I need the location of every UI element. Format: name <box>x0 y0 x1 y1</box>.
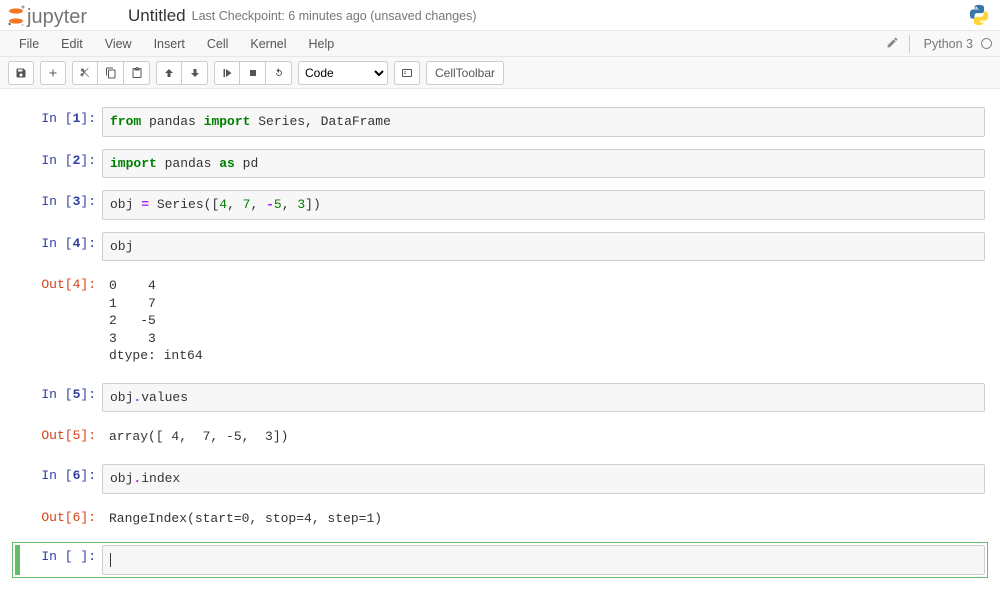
input-prompt: In [4]: <box>24 232 102 262</box>
code-input[interactable]: obj.values <box>102 383 985 413</box>
checkpoint-status: Last Checkpoint: 6 minutes ago (unsaved … <box>192 9 477 23</box>
command-palette-button[interactable] <box>394 61 420 85</box>
code-input[interactable]: obj = Series([4, 7, -5, 3]) <box>102 190 985 220</box>
notebook-area: In [1]:from pandas import Series, DataFr… <box>0 89 1000 604</box>
interrupt-button[interactable] <box>240 61 266 85</box>
move-up-button[interactable] <box>156 61 182 85</box>
input-prompt: In [5]: <box>24 383 102 413</box>
cell-run-indicator <box>15 107 20 137</box>
notebook-title[interactable]: Untitled <box>128 6 186 26</box>
code-cell[interactable]: In [4]:obj <box>12 229 988 265</box>
code-cell[interactable]: In [ ]: <box>12 542 988 578</box>
svg-text:jupyter: jupyter <box>26 6 87 28</box>
cell-run-indicator <box>15 383 20 413</box>
cell-run-indicator <box>15 190 20 220</box>
cut-button[interactable] <box>72 61 98 85</box>
output-prompt: Out[4]: <box>24 273 102 369</box>
add-cell-button[interactable] <box>40 61 66 85</box>
menu-insert[interactable]: Insert <box>143 33 196 55</box>
cell-run-indicator <box>15 149 20 179</box>
menu-kernel[interactable]: Kernel <box>239 33 297 55</box>
output-prompt: Out[5]: <box>24 424 102 450</box>
output-cell: Out[6]:RangeIndex(start=0, stop=4, step=… <box>12 503 988 535</box>
code-input[interactable]: import pandas as pd <box>102 149 985 179</box>
cell-run-indicator <box>15 464 20 494</box>
menu-view[interactable]: View <box>94 33 143 55</box>
cell-run-indicator <box>15 545 20 575</box>
restart-button[interactable] <box>266 61 292 85</box>
copy-button[interactable] <box>98 61 124 85</box>
edit-icon[interactable] <box>886 36 899 52</box>
jupyter-logo[interactable]: jupyter <box>8 4 118 28</box>
output-prompt: Out[6]: <box>24 506 102 532</box>
divider <box>909 35 910 53</box>
menu-help[interactable]: Help <box>298 33 346 55</box>
input-prompt: In [1]: <box>24 107 102 137</box>
celltoolbar-button[interactable]: CellToolbar <box>426 61 504 85</box>
notebook-header: jupyter Untitled Last Checkpoint: 6 minu… <box>0 0 1000 30</box>
move-down-button[interactable] <box>182 61 208 85</box>
output-text: array([ 4, 7, -5, 3]) <box>102 424 985 450</box>
paste-button[interactable] <box>124 61 150 85</box>
code-input[interactable]: from pandas import Series, DataFrame <box>102 107 985 137</box>
code-input[interactable]: obj.index <box>102 464 985 494</box>
code-cell[interactable]: In [2]:import pandas as pd <box>12 146 988 182</box>
menu-edit[interactable]: Edit <box>50 33 94 55</box>
kernel-status-indicator <box>981 38 992 49</box>
input-prompt: In [ ]: <box>24 545 102 575</box>
output-text: 0 4 1 7 2 -5 3 3 dtype: int64 <box>102 273 985 369</box>
cell-type-select[interactable]: Code <box>298 61 388 85</box>
menu-file[interactable]: File <box>8 33 50 55</box>
code-input[interactable] <box>102 545 985 575</box>
code-cell[interactable]: In [6]:obj.index <box>12 461 988 497</box>
code-cell[interactable]: In [5]:obj.values <box>12 380 988 416</box>
kernel-name[interactable]: Python 3 <box>924 37 973 51</box>
cell-run-indicator <box>15 232 20 262</box>
code-input[interactable]: obj <box>102 232 985 262</box>
code-cell[interactable]: In [3]:obj = Series([4, 7, -5, 3]) <box>12 187 988 223</box>
menubar: FileEditViewInsertCellKernelHelp Python … <box>0 30 1000 57</box>
toolbar: Code CellToolbar <box>0 57 1000 89</box>
python-logo-icon <box>968 4 990 29</box>
input-prompt: In [3]: <box>24 190 102 220</box>
input-prompt: In [2]: <box>24 149 102 179</box>
save-button[interactable] <box>8 61 34 85</box>
run-button[interactable] <box>214 61 240 85</box>
output-text: RangeIndex(start=0, stop=4, step=1) <box>102 506 985 532</box>
output-cell: Out[4]:0 4 1 7 2 -5 3 3 dtype: int64 <box>12 270 988 372</box>
menu-cell[interactable]: Cell <box>196 33 240 55</box>
code-cell[interactable]: In [1]:from pandas import Series, DataFr… <box>12 104 988 140</box>
output-cell: Out[5]:array([ 4, 7, -5, 3]) <box>12 421 988 453</box>
input-prompt: In [6]: <box>24 464 102 494</box>
